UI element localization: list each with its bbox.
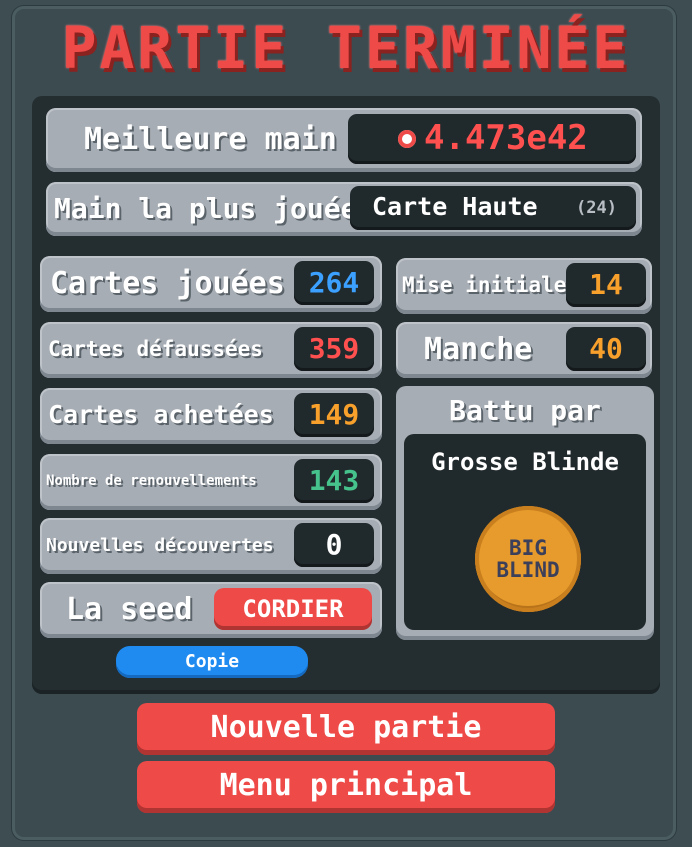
side-stat-value: 40 <box>566 327 646 371</box>
best-hand-value: 4.473e42 <box>424 118 588 158</box>
stat-label: Nombre de renouvellements <box>46 473 257 489</box>
chip-icon <box>398 130 416 148</box>
defeated-by-card: Battu par Grosse Blinde BIG BLIND <box>396 386 654 640</box>
most-played-label: Main la plus jouée <box>54 192 358 225</box>
side-stat-label: Manche <box>424 332 533 367</box>
main-menu-button[interactable]: Menu principal <box>137 761 555 813</box>
best-hand-label: Meilleure main <box>84 122 337 157</box>
side-stat-row: Mise initiale 14 <box>396 258 652 314</box>
stat-row: Cartes jouées 264 <box>40 256 382 312</box>
seed-label: La seed <box>66 592 193 627</box>
page-title: PARTIE TERMINÉE <box>61 14 631 82</box>
seed-value-button[interactable]: CORDIER <box>214 588 372 630</box>
blind-name: Grosse Blinde <box>431 448 619 476</box>
best-hand-value-box: 4.473e42 <box>348 114 636 164</box>
chip-text-line1: BIG <box>509 536 547 560</box>
stat-row: Nombre de renouvellements 143 <box>40 454 382 510</box>
stat-label: Nouvelles découvertes <box>46 535 274 556</box>
most-played-hand: Carte Haute <box>372 192 538 221</box>
stat-row: Cartes achetées 149 <box>40 388 382 444</box>
stat-value: 264 <box>294 261 374 305</box>
stat-label: Cartes achetées <box>48 400 274 429</box>
side-stat-row: Manche 40 <box>396 322 652 378</box>
stat-label: Cartes défaussées <box>48 337 263 361</box>
defeated-by-label: Battu par <box>449 394 601 427</box>
most-played-row: Main la plus jouée Carte Haute (24) <box>46 182 642 236</box>
side-stat-value: 14 <box>566 263 646 307</box>
side-stat-label: Mise initiale <box>402 273 567 297</box>
best-hand-row: Meilleure main 4.473e42 <box>46 108 642 172</box>
most-played-value-box: Carte Haute (24) <box>350 186 636 230</box>
new-game-button[interactable]: Nouvelle partie <box>137 703 555 755</box>
blind-panel: Grosse Blinde BIG BLIND <box>404 434 646 630</box>
stat-row: Nouvelles découvertes 0 <box>40 518 382 574</box>
chip-text-line2: BLIND <box>496 558 560 582</box>
copy-seed-button[interactable]: Copie <box>116 646 308 678</box>
big-blind-chip-icon: BIG BLIND <box>475 506 581 612</box>
stat-value: 359 <box>294 327 374 371</box>
most-played-count: (24) <box>576 198 617 218</box>
stat-row: Cartes défaussées 359 <box>40 322 382 378</box>
stat-label: Cartes jouées <box>50 266 285 301</box>
stat-value: 143 <box>294 459 374 503</box>
stat-value: 149 <box>294 393 374 437</box>
stat-value: 0 <box>294 523 374 567</box>
